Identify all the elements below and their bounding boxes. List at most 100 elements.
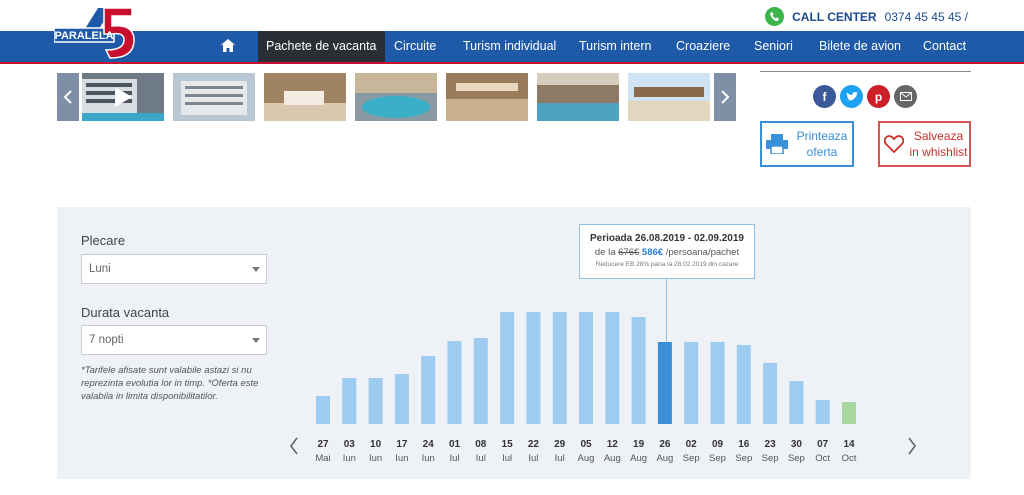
gallery-thumb[interactable] [537,73,619,121]
price-bar[interactable] [316,396,330,424]
gallery-thumb[interactable] [173,73,255,121]
bar-day-label: 24 [423,439,435,450]
bar-day-label: 02 [686,439,698,450]
wishlist-button[interactable]: Salveaza in whishlist [878,121,971,167]
price-bar[interactable] [736,345,751,424]
bar-day-label: 17 [396,439,408,450]
chevron-left-icon [63,90,72,104]
chevron-right-icon [721,90,730,104]
heart-icon [884,135,904,153]
paralela-45-logo[interactable]: PARALELA [54,4,138,60]
bar-day-label: 15 [502,439,514,450]
print-offer-button[interactable]: Printeaza oferta [760,121,854,167]
price-bar[interactable] [789,381,804,424]
gallery-thumb[interactable] [628,73,710,121]
bar-day-label: 30 [791,439,803,450]
bar-month-label: Sep [762,453,779,464]
bar-day-label: 03 [344,439,356,450]
gallery-thumb[interactable] [446,73,528,121]
social-share: f p [813,85,917,108]
price-bar[interactable] [842,402,856,424]
bar-month-label: Iul [502,453,512,464]
price-calendar-panel: Plecare Luni Durata vacanta 7 nopti *Tar… [57,207,971,479]
bar-month-label: Sep [735,453,752,464]
price-bar[interactable] [815,400,830,424]
nav-item-seniori[interactable]: Seniori [754,31,793,62]
top-bar: PARALELA CALL CENTER 0374 45 45 45 / [0,0,1024,59]
printer-icon [766,134,788,154]
bar-day-label: 23 [765,439,777,450]
nav-item-turism-intern[interactable]: Turism intern [579,31,651,62]
phone-icon [765,7,785,26]
bar-month-label: Sep [788,453,805,464]
chart-next-button[interactable] [907,435,917,461]
nav-item-pachete[interactable]: Pachete de vacanta [258,31,385,62]
gallery-thumb-video[interactable] [82,73,164,121]
price-bar[interactable] [657,342,672,424]
twitter-icon[interactable] [840,85,863,108]
bar-month-label: Iun [422,453,435,464]
gallery-thumb[interactable] [264,73,346,121]
price-bar[interactable] [526,312,541,424]
call-center-label: CALL CENTER [792,9,877,24]
bar-month-label: Iun [369,453,382,464]
bar-day-label: 22 [528,439,540,450]
bar-day-label: 07 [817,439,829,450]
price-bar[interactable] [631,317,646,424]
price-bar[interactable] [579,312,593,424]
bar-month-label: Oct [842,453,857,464]
nav-item-croaziere[interactable]: Croaziere [676,31,730,62]
tooltip-period: Perioada 26.08.2019 - 02.09.2019 [589,233,744,244]
bar-month-label: Oct [815,453,830,464]
bar-day-label: 05 [580,439,592,450]
pinterest-icon[interactable]: p [867,85,890,108]
bar-month-label: Mai [315,453,330,464]
tooltip-price: de la 676€ 586€ /persoana/pachet [594,247,740,258]
price-bar[interactable] [368,378,383,424]
price-bar[interactable] [763,363,778,424]
call-center[interactable]: CALL CENTER 0374 45 45 45 / [765,7,968,26]
bar-day-label: 27 [317,439,329,450]
price-bar[interactable] [447,341,462,424]
nav-item-bilete-avion[interactable]: Bilete de avion [819,31,901,62]
chevron-left-icon [290,437,298,455]
tooltip-new-price: 586€ [641,247,664,258]
call-center-number[interactable]: 0374 45 45 45 / [885,10,968,24]
price-tooltip: Perioada 26.08.2019 - 02.09.2019 de la 6… [579,224,755,279]
gallery-prev-button[interactable] [57,73,79,121]
price-bar[interactable] [605,312,620,424]
price-bar[interactable] [421,356,436,424]
nav-item-turism-individual[interactable]: Turism individual [463,31,556,62]
email-icon[interactable] [894,85,917,108]
price-bar[interactable] [684,342,699,424]
wishlist-label: Salveaza in whishlist [909,129,968,159]
gallery-thumb[interactable] [355,73,437,121]
bar-month-label: Iun [395,453,408,464]
main-nav: Pachete de vacanta Circuite Turism indiv… [0,31,1024,64]
price-bar[interactable] [552,312,567,424]
bar-month-label: Aug [656,453,673,464]
chart-prev-button[interactable] [289,435,299,461]
bar-month-label: Aug [604,453,621,464]
price-bar[interactable] [500,312,515,424]
print-offer-label: Printeaza oferta [796,129,848,159]
bar-day-label: 01 [449,439,461,450]
bar-month-label: Iul [555,453,565,464]
price-bar[interactable] [473,338,488,424]
price-bar[interactable] [394,374,409,424]
bar-month-label: Iul [449,453,459,464]
gallery-next-button[interactable] [714,73,736,121]
price-bar[interactable] [710,342,725,424]
bar-month-label: Sep [709,453,726,464]
home-icon[interactable] [221,39,235,52]
price-bar-chart: 27 Mai 03 Iun 10 Iun 17 Iun 24 Iun 01 Iul 08 Iul 15 Iul… [315,312,857,464]
nav-item-circuite[interactable]: Circuite [394,31,436,62]
price-bar[interactable] [342,378,357,424]
bar-day-label: 08 [475,439,487,450]
svg-text:PARALELA: PARALELA [54,30,113,42]
bar-day-label: 14 [843,439,855,450]
facebook-icon[interactable]: f [813,85,836,108]
bar-day-label: 29 [554,439,566,450]
nav-item-contact[interactable]: Contact [923,31,966,62]
bar-day-label: 10 [370,439,382,450]
